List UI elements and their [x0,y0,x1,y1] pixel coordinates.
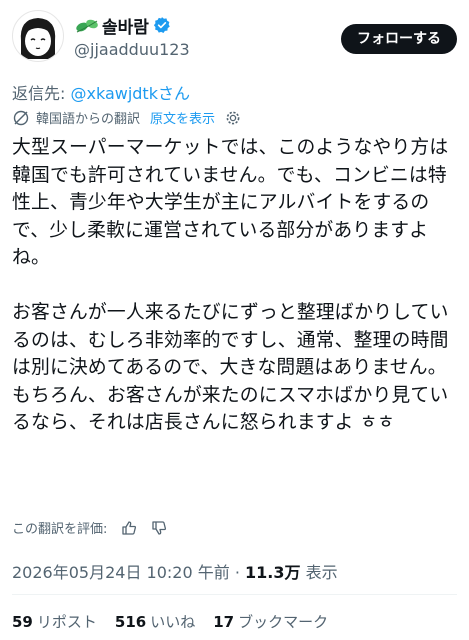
reposts-count: 59 [12,613,33,631]
likes-stat[interactable]: 516 いいね [115,611,195,632]
verified-badge-icon [153,17,170,33]
cartoon-face-avatar-icon [20,18,56,59]
thumbs-up-icon[interactable] [121,520,137,536]
post-meta: 2026年05月24日 10:20 午前 · 11.3万 表示 [12,559,338,583]
green-leaf-icon [76,19,98,33]
reply-to-line: 返信先: @xkawjdtkさん [12,80,190,104]
rate-translation-label: この翻訳を評価: [12,522,108,537]
gear-icon[interactable] [225,110,241,126]
translate-icon [13,110,29,125]
post-body: 大型スーパーマーケットでは、このようなやり方は韓国でも許可されていません。でも、… [12,137,449,433]
reply-mention-link[interactable]: @xkawjdtkさん [70,84,190,103]
divider [12,594,457,595]
post-header: 솔바람 @jjaadduu123 フォローする [12,10,457,62]
show-original-link[interactable]: 原文を表示 [150,108,215,127]
follow-button[interactable]: フォローする [341,24,457,54]
reply-prefix: 返信先: [12,84,71,103]
bookmarks-label: ブックマーク [238,613,329,631]
rate-translation-row: この翻訳を評価: [12,518,167,537]
reposts-label: リポスト [36,613,97,631]
translation-row: 韓国語からの翻訳 原文を表示 [12,108,241,127]
author-name-row: 솔바람 [74,13,171,38]
post-timestamp[interactable]: 2026年05月24日 10:20 午前 [12,563,230,582]
author-display-name[interactable]: 솔바람 [102,13,149,38]
bookmarks-count: 17 [213,613,235,631]
translation-source-label: 韓国語からの翻訳 [36,112,141,127]
meta-separator: · [229,563,245,582]
likes-count: 516 [114,613,147,631]
engagement-stats: 59 リポスト 516 いいね 17 ブックマーク [12,611,346,632]
views-count: 11.3万 [245,563,301,582]
views-label: 表示 [300,563,338,582]
likes-label: いいね [150,613,196,631]
bookmarks-stat[interactable]: 17 ブックマーク [213,611,328,632]
author-handle[interactable]: @jjaadduu123 [74,40,190,59]
thumbs-down-icon[interactable] [151,520,167,536]
reposts-stat[interactable]: 59 リポスト [12,611,97,632]
avatar[interactable] [12,10,64,62]
